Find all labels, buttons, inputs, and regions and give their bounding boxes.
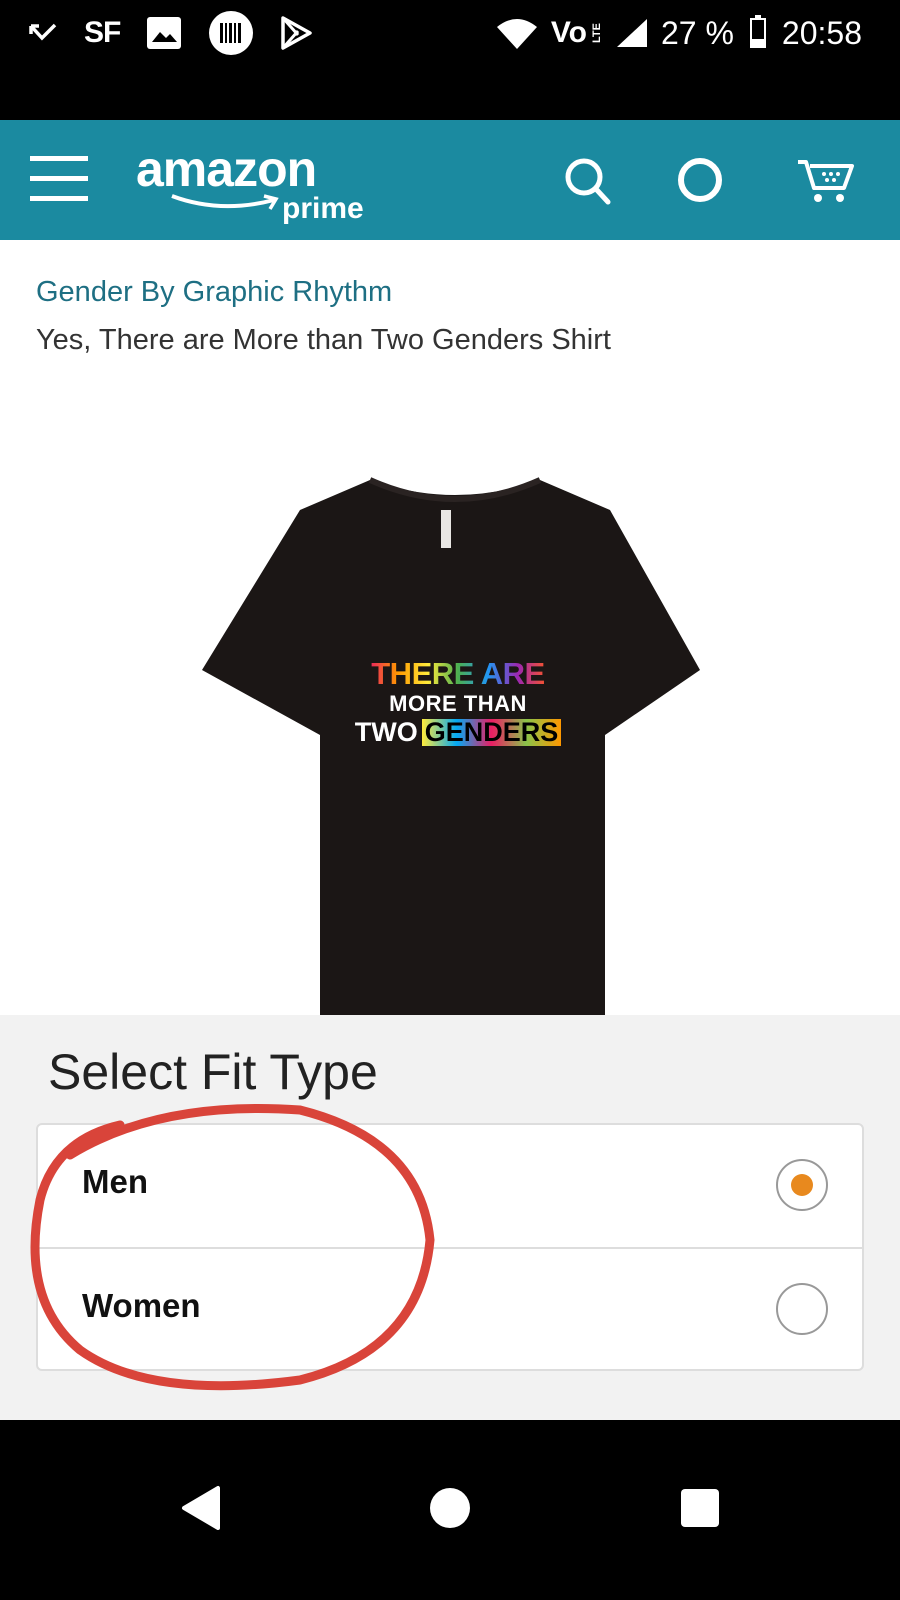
product-image[interactable]: THERE ARE MORE THAN TWO GENDERS <box>190 470 720 1030</box>
fit-type-section: Select Fit Type Men Women <box>0 1015 900 1420</box>
logo-prime: prime <box>282 192 364 225</box>
network-type-label: Vo <box>550 16 587 49</box>
signal-icon <box>616 19 647 47</box>
print-line-3: TWO GENDERS <box>355 719 562 746</box>
gallery-icon <box>147 17 182 49</box>
carrier-label: SF <box>84 16 121 49</box>
play-store-icon <box>281 16 313 50</box>
battery-percent: 27 % <box>660 14 734 51</box>
wifi-icon <box>496 19 537 49</box>
barcode-scanner-icon <box>209 11 254 55</box>
print-line-1: THERE ARE <box>368 658 548 689</box>
search-icon[interactable] <box>558 152 618 208</box>
clock: 20:58 <box>781 14 862 51</box>
back-icon[interactable] <box>174 1480 230 1536</box>
status-bar: SF Vo LTE 27 % 20:58 <box>0 0 900 120</box>
shirt-print: THERE ARE MORE THAN TWO GENDERS <box>355 658 562 746</box>
radio-button[interactable] <box>776 1283 828 1335</box>
home-icon[interactable] <box>422 1480 478 1536</box>
android-nav-bar <box>0 1420 900 1600</box>
smile-arrow-icon <box>171 194 279 210</box>
brand-link[interactable]: Gender By Graphic Rhythm <box>36 276 392 309</box>
status-left: SF <box>28 10 313 56</box>
radio-button[interactable] <box>776 1159 828 1211</box>
fit-option-label: Men <box>82 1163 148 1200</box>
alexa-icon[interactable] <box>670 152 730 208</box>
menu-icon[interactable] <box>30 156 88 204</box>
lte-label: LTE <box>590 23 603 43</box>
app-header: amazon prime <box>0 120 900 240</box>
amazon-prime-logo[interactable]: amazon prime <box>136 140 396 230</box>
fit-option-men[interactable]: Men <box>38 1125 862 1249</box>
missed-call-icon <box>29 23 57 41</box>
tshirt-graphic <box>202 477 700 1015</box>
fit-type-heading: Select Fit Type <box>48 1044 378 1100</box>
fit-option-label: Women <box>82 1287 201 1324</box>
product-title: Yes, There are More than Two Genders Shi… <box>36 324 611 356</box>
product-page: Gender By Graphic Rhythm Yes, There are … <box>0 240 900 1420</box>
battery-icon <box>749 15 766 48</box>
status-right: Vo LTE 27 % 20:58 <box>495 10 862 56</box>
print-line-3b: GENDERS <box>421 719 562 746</box>
recents-icon[interactable] <box>672 1480 728 1536</box>
logo-wordmark: amazon <box>136 141 317 197</box>
print-line-2: MORE THAN <box>389 691 527 716</box>
fit-type-options: Men Women <box>36 1123 864 1371</box>
radio-dot <box>791 1174 813 1196</box>
battery-fill <box>751 38 764 46</box>
cart-icon[interactable] <box>796 152 856 208</box>
print-line-3a: TWO <box>354 717 418 747</box>
fit-option-women[interactable]: Women <box>38 1249 862 1371</box>
